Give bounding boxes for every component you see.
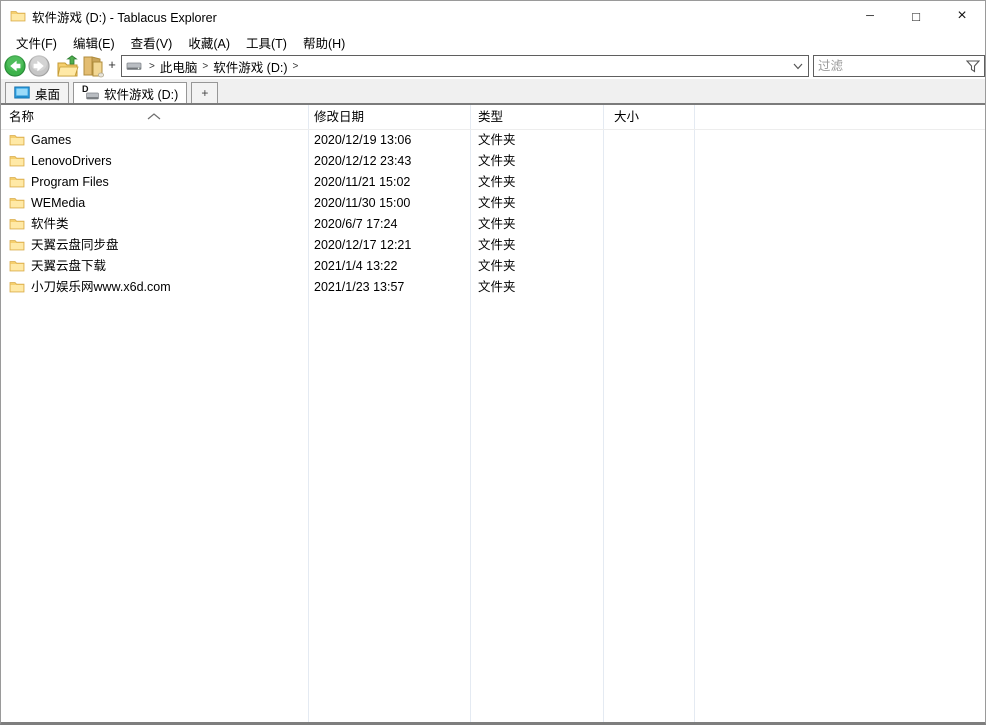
file-name: Games [31,133,72,147]
file-type: 文件夹 [478,196,516,210]
back-button[interactable] [4,55,26,77]
app-window: 软件游戏 (D:) - Tablacus Explorer ─ □ × 文件(F… [0,0,986,725]
file-type: 文件夹 [478,217,516,231]
file-type: 文件夹 [478,259,516,273]
desktop-icon [14,86,30,100]
tab-desktop[interactable]: 桌面 [5,82,70,103]
file-list-pane: 名称 修改日期 类型 大小 Games 2020/12/19 13:06 文件夹… [1,105,985,722]
column-header-type[interactable]: 类型 [478,105,503,130]
folder-icon [9,153,25,169]
tab-drive-d[interactable]: D 软件游戏 (D:) [73,82,188,103]
breadcrumb-drive-d[interactable]: 软件游戏 (D:) [213,57,287,76]
drive-icon [126,60,142,72]
file-date: 2020/11/21 15:02 [314,175,411,189]
menu-favorites[interactable]: 收藏(A) [181,31,237,54]
breadcrumb-separator: > [149,60,155,72]
file-row[interactable]: 天翼云盘同步盘 2020/12/17 12:21 文件夹 [1,235,985,256]
column-header-size[interactable]: 大小 [614,105,639,130]
minimize-button[interactable]: ─ [847,1,893,31]
add-toolbar-button[interactable]: + [106,57,118,72]
address-bar[interactable]: > 此电脑 > 软件游戏 (D:) > [121,55,809,77]
forward-button[interactable] [28,55,50,77]
tab-label: 软件游戏 (D:) [104,87,179,102]
app-folder-icon [10,8,26,24]
filter-input[interactable] [814,57,966,75]
address-dropdown-chevron-icon[interactable] [792,60,804,72]
file-date: 2021/1/4 13:22 [314,259,398,273]
toolbar: + > 此电脑 > 软件游戏 (D:) > [1,53,985,79]
menu-tools[interactable]: 工具(T) [239,31,294,54]
column-header-name[interactable]: 名称 [9,105,34,130]
file-row[interactable]: WEMedia 2020/11/30 15:00 文件夹 [1,193,985,214]
file-type: 文件夹 [478,175,516,189]
file-type: 文件夹 [478,238,516,252]
maximize-button[interactable]: □ [893,1,939,31]
folder-icon [9,237,25,253]
menu-file[interactable]: 文件(F) [9,31,64,54]
file-date: 2020/12/19 13:06 [314,133,412,147]
new-tab-button[interactable]: + [191,82,219,103]
breadcrumb-separator: > [202,60,209,72]
title-bar: 软件游戏 (D:) - Tablacus Explorer ─ □ × [1,1,985,31]
file-row[interactable]: Games 2020/12/19 13:06 文件夹 [1,130,985,151]
file-name: 软件类 [31,217,69,231]
file-date: 2020/6/7 17:24 [314,217,398,231]
column-header-date-modified[interactable]: 修改日期 [314,105,364,130]
file-row[interactable]: 小刀娱乐网www.x6d.com 2021/1/23 13:57 文件夹 [1,277,985,298]
window-title: 软件游戏 (D:) - Tablacus Explorer [32,10,217,25]
file-row[interactable]: 软件类 2020/6/7 17:24 文件夹 [1,214,985,235]
file-type: 文件夹 [478,280,516,294]
file-name: Program Files [31,175,109,189]
file-type: 文件夹 [478,133,516,147]
folder-icon [9,132,25,148]
folder-icon [9,216,25,232]
file-name: 天翼云盘同步盘 [31,238,119,252]
file-row[interactable]: 天翼云盘下载 2021/1/4 13:22 文件夹 [1,256,985,277]
file-name: WEMedia [31,196,86,210]
menu-help[interactable]: 帮助(H) [296,31,352,54]
menu-edit[interactable]: 编辑(E) [66,31,122,54]
tab-label: 桌面 [35,87,61,102]
folder-icon [9,174,25,190]
file-date: 2020/12/12 23:43 [314,154,412,168]
file-date: 2020/11/30 15:00 [314,196,411,210]
file-row[interactable]: Program Files 2020/11/21 15:02 文件夹 [1,172,985,193]
folders-button[interactable] [80,54,106,79]
folder-icon [9,279,25,295]
file-type: 文件夹 [478,154,516,168]
filter-funnel-icon[interactable] [966,59,980,73]
folder-icon [9,195,25,211]
menu-bar: 文件(F) 编辑(E) 查看(V) 收藏(A) 工具(T) 帮助(H) [1,31,985,53]
file-name: 小刀娱乐网www.x6d.com [31,280,171,294]
column-headers: 名称 修改日期 类型 大小 [1,105,985,130]
tab-bar: 桌面 D 软件游戏 (D:) + [1,79,985,105]
menu-view[interactable]: 查看(V) [124,31,180,54]
filter-box [813,55,985,77]
file-name: LenovoDrivers [31,154,112,168]
breadcrumb-this-pc[interactable]: 此电脑 [160,57,198,76]
drive-d-icon: D [82,84,99,101]
file-date: 2021/1/23 13:57 [314,280,405,294]
window-controls: ─ □ × [847,1,985,31]
file-date: 2020/12/17 12:21 [314,238,412,252]
close-button[interactable]: × [939,1,985,31]
breadcrumb-separator: > [292,60,299,72]
up-button[interactable] [56,55,80,79]
file-name: 天翼云盘下载 [31,259,107,273]
file-row[interactable]: LenovoDrivers 2020/12/12 23:43 文件夹 [1,151,985,172]
folder-icon [9,258,25,274]
